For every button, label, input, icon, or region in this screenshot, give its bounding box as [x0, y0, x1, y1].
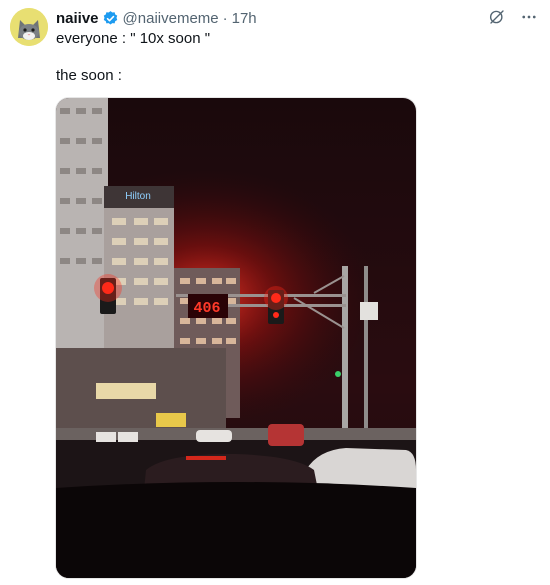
tweet-text-line-1: everyone : " 10x soon "	[56, 30, 211, 47]
cat-avatar-icon	[10, 8, 48, 46]
tweet-header: naiive @naiivememe · 17h	[56, 8, 257, 28]
tweet-text-line-2: the soon :	[56, 67, 122, 84]
verified-badge-icon	[102, 10, 119, 27]
author-name[interactable]: naiive	[56, 10, 99, 27]
night-street-photo: Hilton 406	[56, 98, 416, 578]
more-icon[interactable]	[520, 8, 538, 26]
author-handle[interactable]: @naiivememe	[123, 10, 219, 27]
avatar[interactable]	[10, 8, 48, 46]
separator-dot: ·	[222, 9, 228, 27]
tweet-photo[interactable]: Hilton 406	[55, 97, 417, 579]
hilton-sign: Hilton	[125, 191, 151, 202]
grok-icon[interactable]	[488, 8, 506, 26]
timestamp[interactable]: 17h	[232, 10, 257, 27]
tweet-actions-top	[488, 8, 538, 26]
countdown-display: 406	[193, 300, 220, 317]
